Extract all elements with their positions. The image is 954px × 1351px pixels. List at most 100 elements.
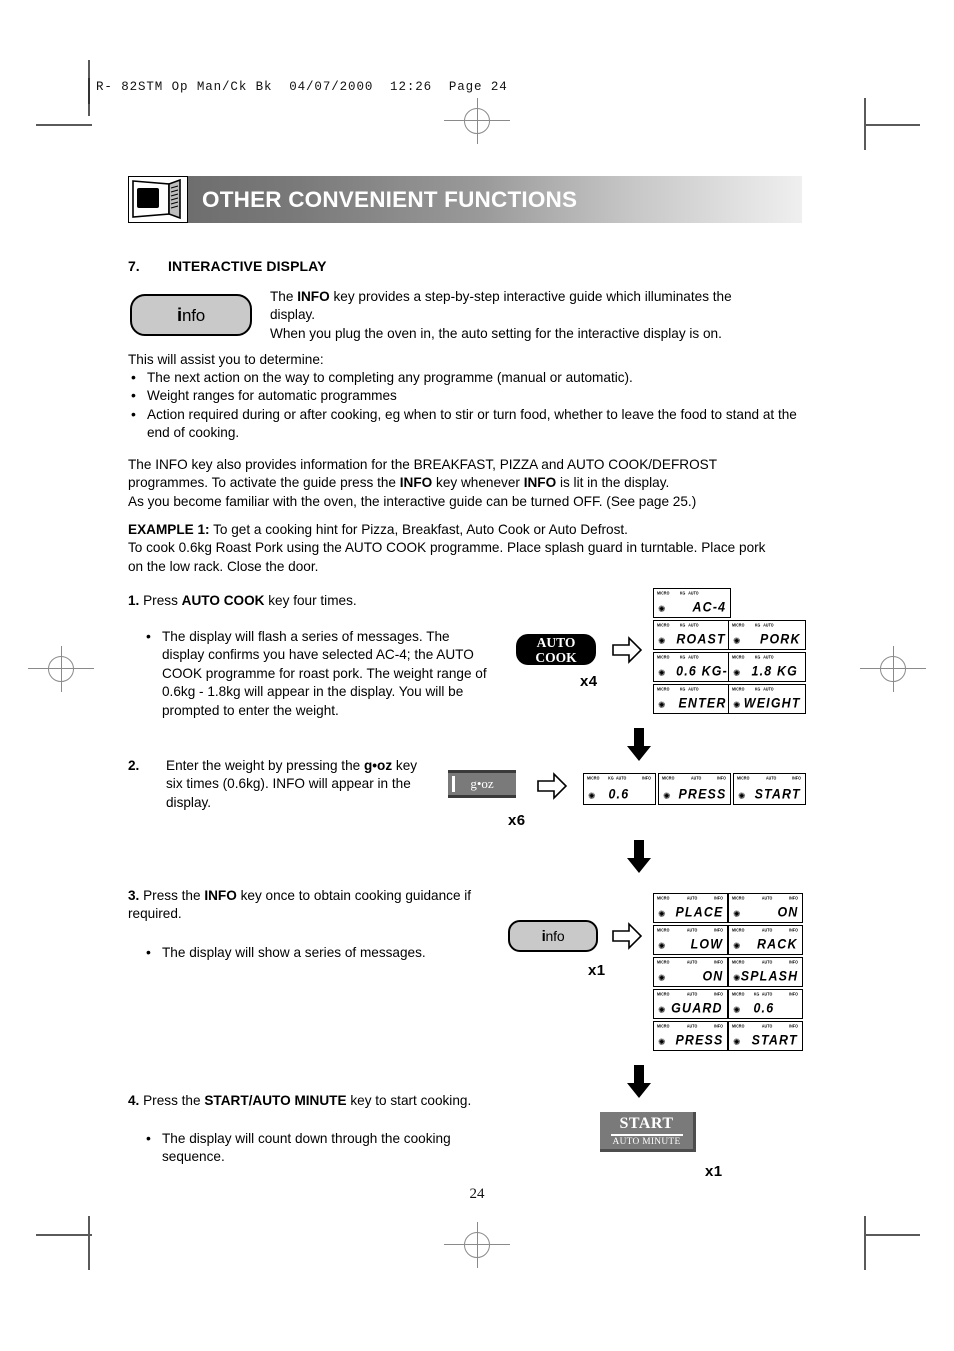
microwave-oven-icon: [128, 176, 188, 223]
lcd-tag-micro: MICRO: [657, 622, 670, 628]
info-key-paragraph: The INFO key also provides information f…: [128, 457, 718, 509]
lcd-tags: MICRO AUTO INFO: [654, 1023, 727, 1030]
crop-mark-bottom-right-h: [864, 1234, 920, 1236]
flow-arrow-right-3: [612, 922, 643, 950]
step-1-bullets: The display will flash a series of messa…: [143, 627, 493, 720]
snowflake-icon: ✺: [658, 973, 666, 983]
lcd-tag-auto: AUTO: [686, 991, 698, 997]
snowflake-icon: ✺: [658, 941, 666, 951]
lcd-tag-auto: AUTO: [763, 654, 774, 660]
intro-paragraph: The INFO key provides a step-by-step int…: [270, 289, 732, 341]
lcd-tag-micro: MICRO: [657, 1023, 670, 1029]
lcd-display: MICRO KG AUTO ✺ 0.6 KG-: [653, 652, 731, 682]
snowflake-icon: ✺: [588, 791, 596, 801]
lcd-tags: MICRO AUTO INFO: [654, 959, 727, 966]
snowflake-icon: ✺: [658, 1005, 666, 1015]
lcd-tag-micro: MICRO: [737, 775, 750, 781]
flow-arrow-down-3: [626, 1065, 652, 1099]
lcd-tag-micro: MICRO: [732, 654, 745, 660]
section-banner: OTHER CONVENIENT FUNCTIONS: [128, 176, 802, 223]
list-item: The next action on the way to completing…: [128, 368, 808, 387]
step-2-press-count: x6: [508, 812, 526, 829]
lcd-value: ON: [776, 905, 798, 920]
lcd-tag-kg: KG: [753, 991, 760, 997]
list-item: Weight ranges for automatic programmes: [128, 386, 808, 405]
lcd-tags: MICRO KG AUTO: [729, 622, 805, 629]
lcd-value: PRESS: [674, 1033, 723, 1048]
info-key[interactable]: info: [130, 294, 252, 336]
lcd-value: RACK: [757, 937, 798, 952]
lcd-tag-auto: AUTO: [761, 895, 773, 901]
start-auto-minute-key[interactable]: START AUTO MINUTE: [600, 1112, 696, 1152]
lcd-tag-micro: MICRO: [657, 590, 670, 596]
snowflake-icon: ✺: [658, 909, 666, 919]
registration-line-bottom-v: [477, 1222, 478, 1268]
lcd-tag-kg: KG: [679, 686, 686, 692]
lcd-tag-kg: KG: [679, 622, 686, 628]
lcd-value: LOW: [690, 937, 723, 952]
snowflake-icon: ✺: [658, 668, 666, 678]
lcd-value: 1.8 KG: [751, 664, 799, 679]
lcd-value: 0.6: [608, 787, 630, 802]
lcd-tag-micro: MICRO: [732, 895, 745, 901]
info-key[interactable]: info: [508, 920, 598, 952]
auto-cook-key-label-1: AUTO: [536, 635, 576, 650]
lcd-display: MICRO AUTO INFO ✺ ON: [728, 893, 803, 923]
snowflake-icon: ✺: [733, 668, 741, 678]
assist-lead: This will assist you to determine:: [128, 352, 324, 367]
snowflake-icon: ✺: [663, 791, 671, 801]
crop-mark-left-h: [36, 124, 92, 126]
lcd-display: MICRO KG AUTO INFO ✺ 0.6: [583, 773, 656, 805]
g-oz-key-label: g•oz: [470, 776, 494, 791]
lcd-tag-micro: MICRO: [657, 927, 670, 933]
lcd-tag-auto: AUTO: [615, 775, 627, 781]
lcd-tag-kg: KG: [754, 686, 761, 692]
list-item: The display will show a series of messag…: [143, 943, 493, 962]
lcd-tags: MICRO KG AUTO: [654, 622, 730, 629]
flow-arrow-right-2: [537, 772, 568, 800]
lcd-tags: MICRO KG AUTO: [654, 590, 730, 597]
lcd-display: MICRO KG AUTO ✺ PORK: [728, 620, 806, 650]
lcd-tags: MICRO KG AUTO INFO: [729, 991, 802, 998]
lcd-display: MICRO KG AUTO ✺ ROAST: [653, 620, 731, 650]
auto-cook-key[interactable]: AUTO COOK: [516, 634, 596, 665]
lcd-tag-micro: MICRO: [732, 686, 745, 692]
lcd-display: MICRO AUTO INFO ✺ LOW: [653, 925, 728, 955]
lcd-display: MICRO AUTO INFO ✺ START: [733, 773, 806, 805]
lcd-tag-info: INFO: [714, 991, 723, 997]
lcd-value: 0.6: [753, 1001, 775, 1016]
lcd-tag-auto: AUTO: [686, 1023, 698, 1029]
lcd-tag-micro: MICRO: [732, 1023, 745, 1029]
lcd-tag-auto: AUTO: [688, 590, 699, 596]
lcd-value: START: [751, 1033, 798, 1048]
list-item: The display will flash a series of messa…: [143, 627, 493, 720]
page-title: OTHER CONVENIENT FUNCTIONS: [202, 187, 578, 212]
lcd-tag-micro: MICRO: [732, 927, 745, 933]
lcd-tag-auto: AUTO: [688, 654, 699, 660]
crop-mark-bottom-left-v: [88, 1216, 90, 1270]
lcd-tag-kg: KG: [608, 775, 614, 781]
g-oz-key[interactable]: g•oz: [448, 770, 516, 798]
lcd-tag-info: INFO: [792, 775, 801, 781]
lcd-tag-info: INFO: [714, 1023, 723, 1029]
auto-cook-key-label-2: COOK: [535, 649, 577, 665]
lcd-tag-info: INFO: [789, 959, 798, 965]
snowflake-icon: ✺: [733, 636, 741, 646]
flow-arrow-right-1: [612, 636, 643, 664]
lcd-display: MICRO AUTO INFO ✺ PLACE: [653, 893, 728, 923]
lcd-display: MICRO KG AUTO ✺ WEIGHT: [728, 684, 806, 714]
lcd-value: 0.6 KG-: [676, 664, 728, 679]
lcd-tags: MICRO AUTO INFO: [729, 927, 802, 934]
lcd-tag-micro: MICRO: [657, 959, 670, 965]
lcd-tag-auto: AUTO: [761, 991, 773, 997]
lcd-tag-auto: AUTO: [763, 622, 774, 628]
lcd-tag-kg: KG: [679, 590, 686, 596]
lcd-display: MICRO AUTO INFO ✺ PRESS: [653, 1021, 728, 1051]
lcd-tag-auto: AUTO: [761, 959, 773, 965]
registration-line-left-v: [61, 646, 62, 692]
lcd-tag-info: INFO: [789, 927, 798, 933]
snowflake-icon: ✺: [733, 941, 741, 951]
snowflake-icon: ✺: [733, 973, 741, 983]
snowflake-icon: ✺: [733, 1037, 741, 1047]
snowflake-icon: ✺: [733, 909, 741, 919]
